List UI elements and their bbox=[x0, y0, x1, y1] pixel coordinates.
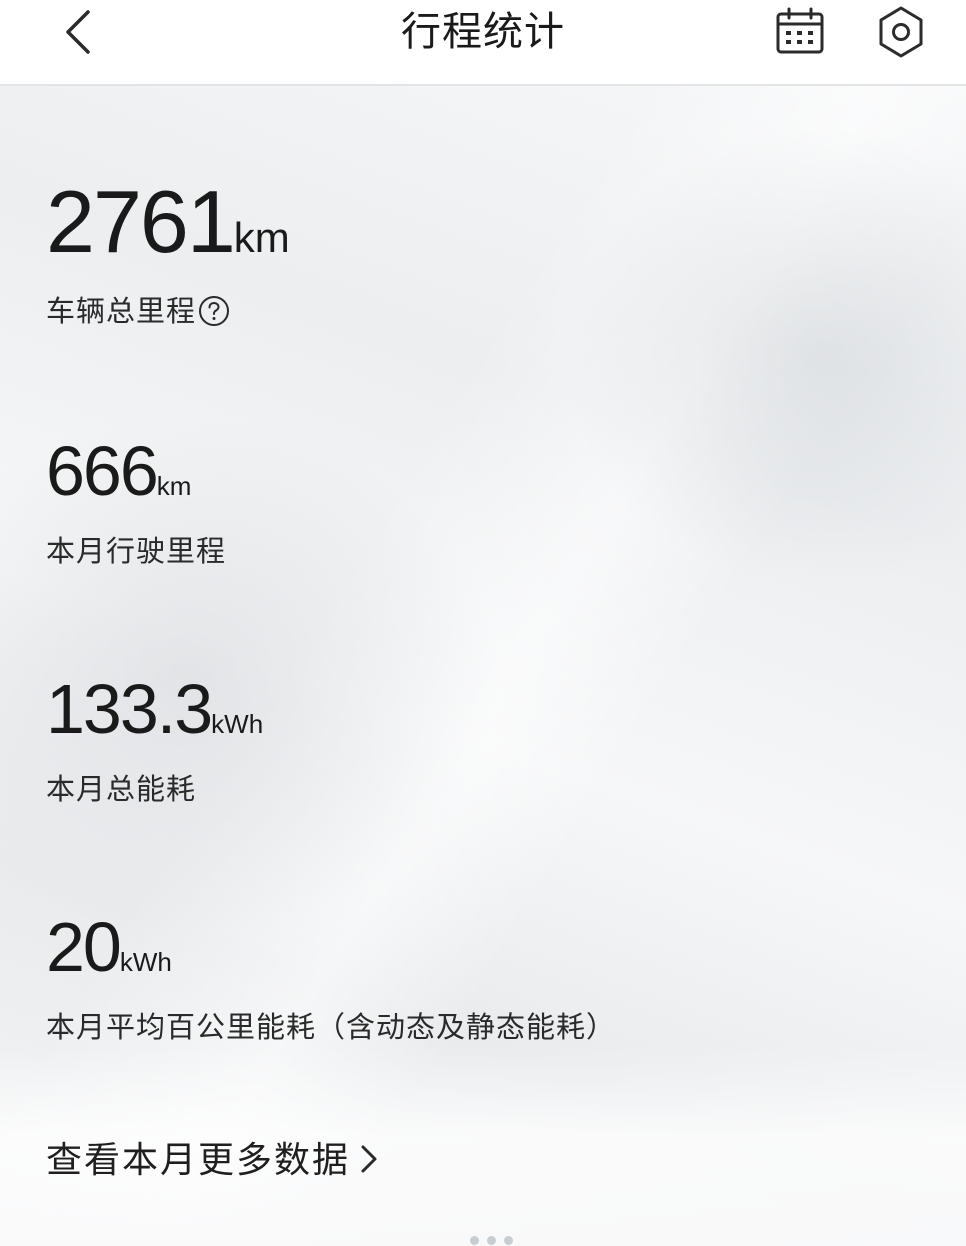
total-mileage-unit: km bbox=[233, 214, 290, 261]
page-indicator bbox=[468, 1236, 516, 1246]
help-circle-icon[interactable] bbox=[198, 295, 230, 327]
calendar-icon bbox=[776, 7, 824, 54]
chevron-right-icon bbox=[361, 1145, 377, 1173]
month-mileage-value: 666 bbox=[46, 432, 159, 510]
settings-hexagon-icon bbox=[879, 6, 923, 58]
page-dot bbox=[470, 1236, 479, 1245]
page-dot bbox=[487, 1236, 496, 1245]
total-mileage-label-row: 车辆总里程 bbox=[46, 288, 230, 330]
background-shade bbox=[560, 126, 966, 586]
avg-energy-unit: kWh bbox=[119, 947, 172, 977]
view-more-data-label: 查看本月更多数据 bbox=[46, 1140, 351, 1181]
calendar-button[interactable] bbox=[774, 6, 828, 58]
month-mileage-unit: km bbox=[156, 471, 192, 501]
top-bar: 行程统计 bbox=[0, 0, 966, 86]
avg-energy-stat: 20kWh 本月平均百公里能耗（含动态及静态能耗） bbox=[46, 908, 615, 1044]
view-more-data-link[interactable]: 查看本月更多数据 bbox=[46, 1138, 380, 1184]
month-energy-value: 133.3 bbox=[46, 670, 213, 748]
total-mileage-value: 2761 bbox=[46, 172, 236, 271]
stats-panel: 2761km 车辆总里程 666km 本月行驶里程 133.3kWh 本月总能耗… bbox=[0, 86, 966, 1246]
month-mileage-stat: 666km 本月行驶里程 bbox=[46, 432, 225, 568]
month-mileage-label: 本月行驶里程 bbox=[46, 534, 227, 568]
avg-energy-label: 本月平均百公里能耗（含动态及静态能耗） bbox=[46, 1010, 617, 1044]
avg-energy-value: 20 bbox=[46, 908, 122, 986]
total-mileage-stat: 2761km 车辆总里程 bbox=[46, 172, 290, 329]
month-energy-label: 本月总能耗 bbox=[46, 772, 197, 806]
page-dot bbox=[504, 1236, 513, 1245]
settings-button[interactable] bbox=[874, 4, 928, 60]
month-energy-stat: 133.3kWh 本月总能耗 bbox=[46, 670, 264, 806]
total-mileage-label: 车辆总里程 bbox=[46, 294, 197, 328]
month-energy-unit: kWh bbox=[211, 709, 264, 739]
